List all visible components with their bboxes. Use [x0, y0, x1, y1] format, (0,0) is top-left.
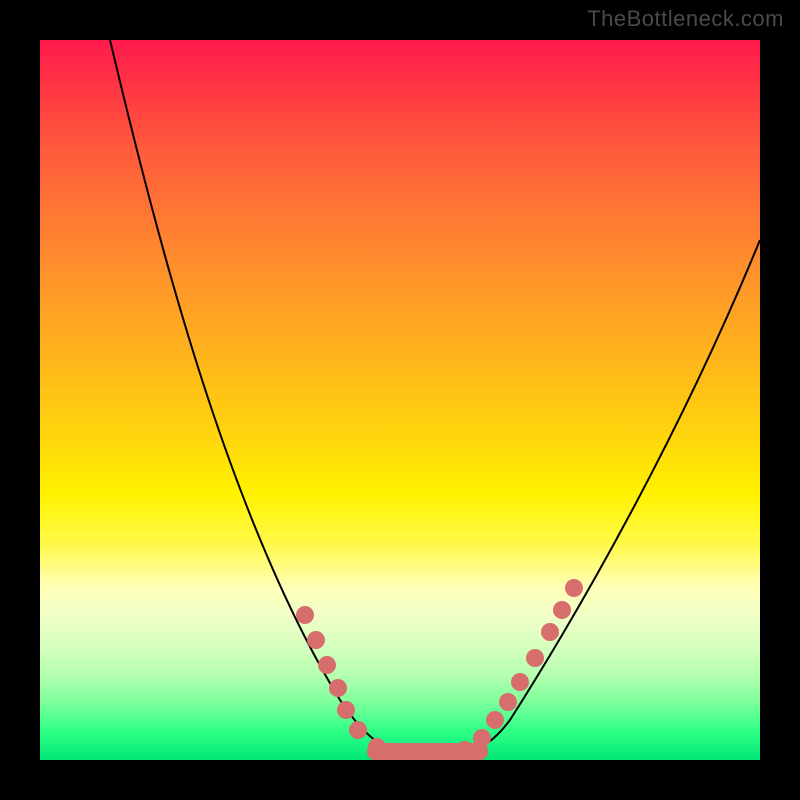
- curve-marker: [329, 679, 347, 697]
- curve-marker: [565, 579, 583, 597]
- curve-marker: [541, 623, 559, 641]
- curve-marker: [349, 721, 367, 739]
- chart-frame: TheBottleneck.com: [0, 0, 800, 800]
- watermark-text: TheBottleneck.com: [587, 6, 784, 32]
- curve-marker: [553, 601, 571, 619]
- curve-marker: [473, 729, 491, 747]
- curve-marker: [318, 656, 336, 674]
- curve-marker: [511, 673, 529, 691]
- curve-marker: [368, 738, 386, 756]
- curve-marker: [456, 741, 474, 759]
- plot-area: [40, 40, 760, 760]
- curve-marker: [307, 631, 325, 649]
- curve-marker: [296, 606, 314, 624]
- curve-marker: [337, 701, 355, 719]
- curve-marker: [526, 649, 544, 667]
- bottleneck-curve: [110, 40, 760, 752]
- curve-layer: [40, 40, 760, 760]
- curve-marker: [486, 711, 504, 729]
- curve-marker: [499, 693, 517, 711]
- curve-markers: [296, 579, 583, 760]
